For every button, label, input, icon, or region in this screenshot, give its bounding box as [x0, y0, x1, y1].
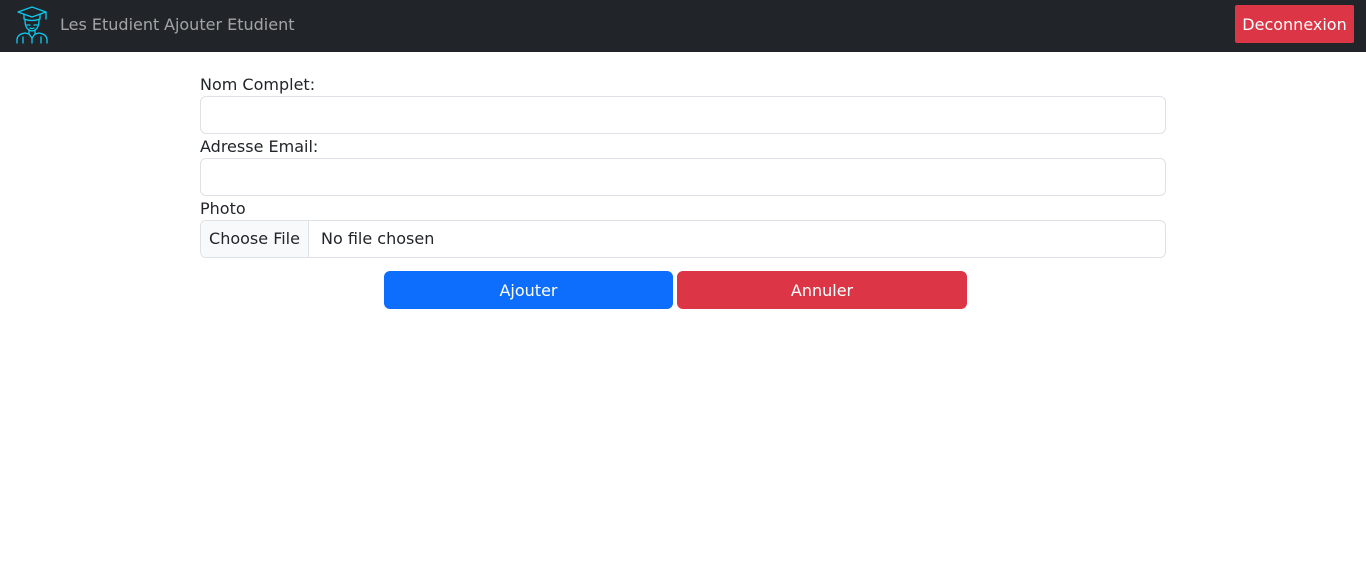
graduate-student-icon[interactable] — [15, 4, 49, 44]
cancel-button[interactable]: Annuler — [677, 271, 967, 309]
email-input[interactable] — [200, 158, 1166, 196]
add-button[interactable]: Ajouter — [384, 271, 673, 309]
full-name-label: Nom Complet: — [200, 75, 316, 94]
nav-link-les-etudient[interactable]: Les Etudient — [60, 14, 159, 36]
choose-file-button[interactable]: Choose File — [201, 221, 309, 257]
file-status-text: No file chosen — [321, 229, 435, 248]
photo-file-input[interactable]: Choose File No file chosen — [200, 220, 1166, 258]
top-navbar: Les Etudient Ajouter Etudient Deconnexio… — [0, 0, 1366, 52]
logout-button[interactable]: Deconnexion — [1235, 5, 1354, 43]
email-label: Adresse Email: — [200, 137, 319, 156]
nav-link-ajouter-etudient[interactable]: Ajouter Etudient — [164, 14, 294, 36]
full-name-input[interactable] — [200, 96, 1166, 134]
photo-label: Photo — [200, 199, 246, 218]
